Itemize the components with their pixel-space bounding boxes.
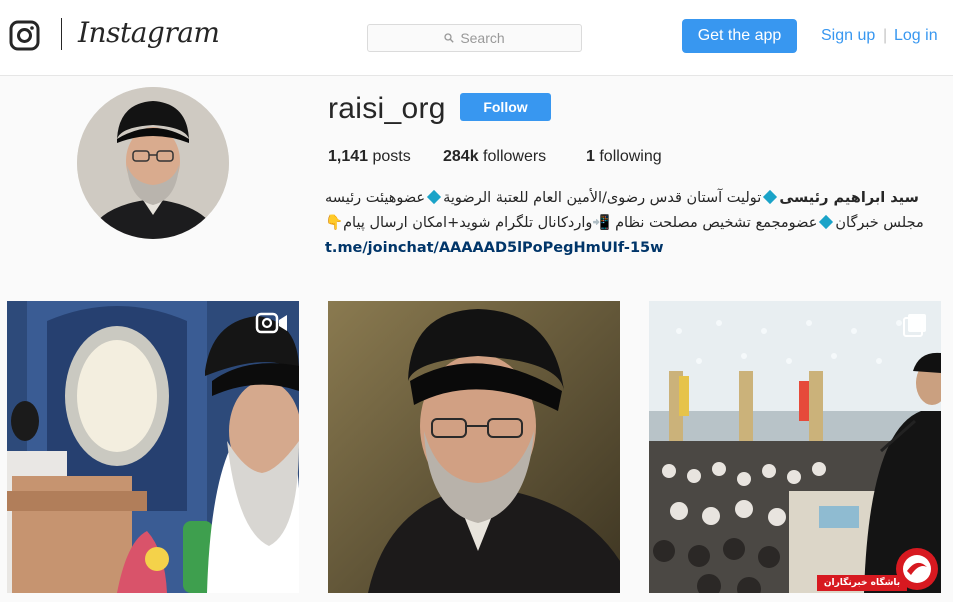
blue-diamond-icon <box>819 214 834 230</box>
followers-label: followers <box>483 148 547 165</box>
bio-segment-1: تولیت آستان قدس رضوی/الأمين العام للعتبة… <box>443 190 762 206</box>
avatar-portrait <box>77 87 229 239</box>
posts-stat[interactable]: 1,141 posts <box>328 148 411 166</box>
post-image-1 <box>7 301 299 593</box>
log-in-link[interactable]: Log in <box>894 27 938 45</box>
news-agency-logo-icon <box>896 548 938 590</box>
profile-username: raisi_org <box>328 92 446 125</box>
search-input[interactable]: Search <box>367 24 582 52</box>
get-the-app-button[interactable]: Get the app <box>682 19 797 53</box>
blue-diamond-icon <box>427 189 442 205</box>
bio-segment-3: عضومجمع تشخیص مصلحت نظام <box>615 215 818 231</box>
search-icon <box>444 33 455 43</box>
post-tile-1[interactable] <box>7 301 299 593</box>
profile-avatar[interactable] <box>77 87 229 239</box>
follow-button[interactable]: Follow <box>460 93 551 121</box>
instagram-camera-icon[interactable] <box>9 20 40 51</box>
instagram-wordmark[interactable]: Instagram <box>78 16 220 49</box>
posts-count: 1,141 <box>328 148 369 165</box>
post-image-2 <box>328 301 620 593</box>
multiple-photos-icon <box>903 314 926 337</box>
followers-stat[interactable]: 284k followers <box>443 148 546 166</box>
post-tile-3[interactable]: باشگاه خبرنگاران <box>649 301 941 593</box>
video-camera-icon <box>255 312 287 334</box>
blue-diamond-icon <box>763 189 778 205</box>
profile-bio: سید ابراهیم رئیسی تولیت آستان قدس رضوی/ال… <box>325 186 925 261</box>
sign-up-link[interactable]: Sign up <box>821 27 875 45</box>
top-navigation-bar: Instagram Search Get the app Sign up | L… <box>0 0 953 76</box>
bio-full-name: سید ابراهیم رئیسی <box>779 190 919 206</box>
post-tile-2[interactable] <box>328 301 620 593</box>
followers-count: 284k <box>443 148 479 165</box>
logo-divider <box>61 18 62 50</box>
mobile-phone-icon: 📲 <box>592 215 611 231</box>
news-agency-watermark: باشگاه خبرنگاران <box>817 543 941 593</box>
posts-label: posts <box>372 148 411 165</box>
bio-external-link[interactable]: t.me/joinchat/AAAAAD5lPoPegHmUIf-15w <box>325 240 664 256</box>
bio-segment-4: واردکانال تلگرام شوید+امکان ارسال پیام <box>343 215 593 231</box>
following-stat[interactable]: 1 following <box>586 148 662 166</box>
following-count: 1 <box>586 148 595 165</box>
pointing-down-icon: 👇 <box>325 215 344 231</box>
auth-separator: | <box>883 27 888 44</box>
search-placeholder: Search <box>460 30 505 46</box>
following-label: following <box>599 148 662 165</box>
